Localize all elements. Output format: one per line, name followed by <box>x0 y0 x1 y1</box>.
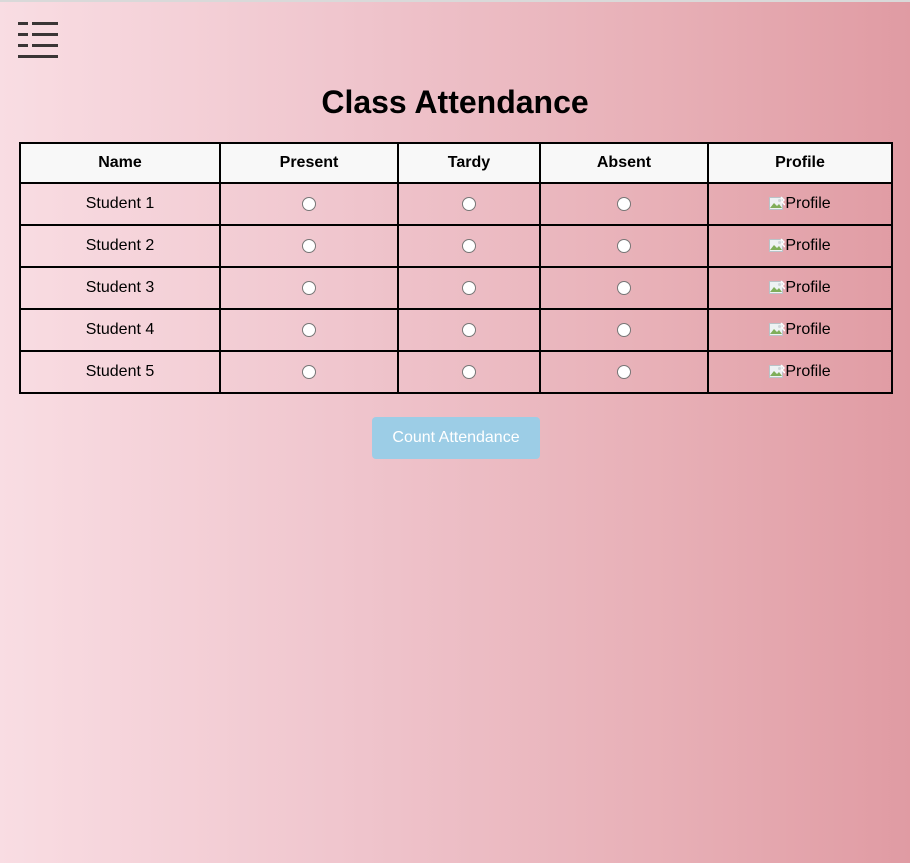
table-row: Student 2 Profile <box>19 224 893 268</box>
profile-label: Profile <box>785 363 831 380</box>
present-cell <box>219 224 399 268</box>
profile-link[interactable]: Profile <box>769 237 831 255</box>
present-radio[interactable] <box>302 364 316 379</box>
profile-cell: Profile <box>707 266 893 310</box>
tardy-cell <box>397 350 541 394</box>
tardy-radio[interactable] <box>462 238 476 253</box>
table-row: Student 4 Profile <box>19 308 893 352</box>
profile-cell: Profile <box>707 224 893 268</box>
absent-cell <box>539 224 709 268</box>
column-header-tardy: Tardy <box>397 142 541 184</box>
tardy-radio[interactable] <box>462 364 476 379</box>
present-cell <box>219 182 399 226</box>
absent-radio[interactable] <box>617 280 631 295</box>
profile-label: Profile <box>785 237 831 254</box>
profile-label: Profile <box>785 321 831 338</box>
broken-image-icon <box>769 363 786 381</box>
broken-image-icon <box>769 279 786 297</box>
tardy-cell <box>397 266 541 310</box>
profile-link[interactable]: Profile <box>769 195 831 213</box>
profile-link[interactable]: Profile <box>769 279 831 297</box>
page-title: Class Attendance <box>321 84 589 120</box>
broken-image-icon <box>769 195 786 213</box>
absent-radio[interactable] <box>617 322 631 337</box>
student-name-cell: Student 5 <box>19 350 221 394</box>
attendance-table: Name Present Tardy Absent Profile Studen… <box>19 142 893 394</box>
present-radio[interactable] <box>302 196 316 211</box>
absent-cell <box>539 308 709 352</box>
absent-cell <box>539 266 709 310</box>
present-radio[interactable] <box>302 238 316 253</box>
column-header-present: Present <box>219 142 399 184</box>
absent-radio[interactable] <box>617 238 631 253</box>
table-header-row: Name Present Tardy Absent Profile <box>19 142 893 184</box>
absent-cell <box>539 182 709 226</box>
student-name-cell: Student 2 <box>19 224 221 268</box>
tardy-radio[interactable] <box>462 196 476 211</box>
profile-link[interactable]: Profile <box>769 363 831 381</box>
tardy-radio[interactable] <box>462 322 476 337</box>
student-name-cell: Student 1 <box>19 182 221 226</box>
present-cell <box>219 308 399 352</box>
top-border <box>0 0 910 2</box>
broken-image-icon <box>769 321 786 339</box>
broken-image-icon <box>769 237 786 255</box>
column-header-profile: Profile <box>707 142 893 184</box>
tardy-radio[interactable] <box>462 280 476 295</box>
column-header-absent: Absent <box>539 142 709 184</box>
absent-radio[interactable] <box>617 196 631 211</box>
present-radio[interactable] <box>302 322 316 337</box>
student-name-cell: Student 4 <box>19 308 221 352</box>
table-row: Student 3 Profile <box>19 266 893 310</box>
student-name-cell: Student 3 <box>19 266 221 310</box>
present-radio[interactable] <box>302 280 316 295</box>
table-row: Student 1 Profile <box>19 182 893 226</box>
tardy-cell <box>397 224 541 268</box>
absent-radio[interactable] <box>617 364 631 379</box>
tardy-cell <box>397 308 541 352</box>
tardy-cell <box>397 182 541 226</box>
absent-cell <box>539 350 709 394</box>
present-cell <box>219 266 399 310</box>
present-cell <box>219 350 399 394</box>
count-attendance-button[interactable]: Count Attendance <box>372 417 540 459</box>
profile-link[interactable]: Profile <box>769 321 831 339</box>
profile-label: Profile <box>785 279 831 296</box>
column-header-name: Name <box>19 142 221 184</box>
hamburger-menu-icon[interactable] <box>18 20 58 60</box>
profile-cell: Profile <box>707 350 893 394</box>
table-row: Student 5 Profile <box>19 350 893 394</box>
profile-label: Profile <box>785 195 831 212</box>
profile-cell: Profile <box>707 182 893 226</box>
profile-cell: Profile <box>707 308 893 352</box>
